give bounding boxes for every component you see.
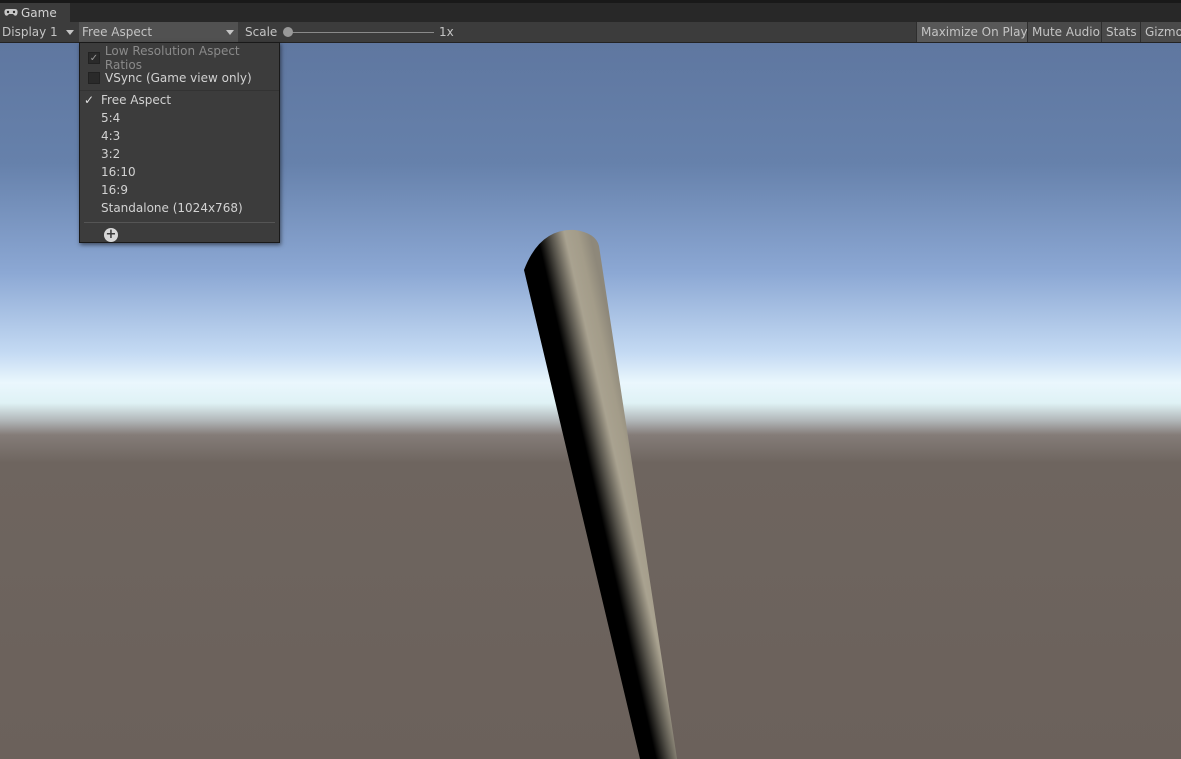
display-dropdown[interactable]: Display 1 bbox=[0, 22, 80, 42]
aspect-dropdown[interactable]: Free Aspect bbox=[79, 22, 238, 42]
checkbox-empty-icon bbox=[88, 72, 100, 84]
vsync-toggle[interactable]: VSync (Game view only) bbox=[88, 69, 252, 87]
aspect-option-3-2[interactable]: 3:2 bbox=[80, 145, 279, 163]
aspect-option-5-4[interactable]: 5:4 bbox=[80, 109, 279, 127]
display-dropdown-label: Display 1 bbox=[2, 25, 58, 39]
tab-bar: Game bbox=[0, 3, 1181, 22]
tab-game-label: Game bbox=[21, 5, 57, 20]
mute-audio-toggle[interactable]: Mute Audio bbox=[1027, 22, 1101, 42]
aspect-option-label: 4:3 bbox=[101, 129, 121, 143]
tab-game[interactable]: Game bbox=[0, 3, 70, 22]
aspect-option-label: 5:4 bbox=[101, 111, 121, 125]
scale-slider-track[interactable] bbox=[288, 32, 434, 33]
aspect-option-16-9[interactable]: 16:9 bbox=[80, 181, 279, 199]
aspect-option-16-10[interactable]: 16:10 bbox=[80, 163, 279, 181]
aspect-option-4-3[interactable]: 4:3 bbox=[80, 127, 279, 145]
aspect-option-standalone[interactable]: Standalone (1024x768) bbox=[80, 199, 279, 217]
chevron-down-icon bbox=[226, 30, 234, 35]
check-icon: ✓ bbox=[88, 52, 100, 64]
scale-slider-thumb[interactable] bbox=[283, 27, 293, 37]
cylinder-object bbox=[524, 229, 677, 759]
scale-value: 1x bbox=[439, 25, 454, 39]
gizmos-dropdown[interactable]: Gizmos bbox=[1140, 22, 1181, 42]
aspect-dropdown-label: Free Aspect bbox=[82, 25, 153, 39]
aspect-option-label: 3:2 bbox=[101, 147, 121, 161]
gamepad-icon bbox=[4, 9, 18, 16]
scale-label: Scale bbox=[245, 25, 278, 39]
plus-circle-icon[interactable]: + bbox=[104, 228, 118, 242]
aspect-option-label: 16:10 bbox=[101, 165, 136, 179]
low-resolution-label: Low Resolution Aspect Ratios bbox=[104, 44, 240, 72]
aspect-option-label: Standalone (1024x768) bbox=[101, 201, 243, 215]
low-resolution-toggle[interactable]: ✓ Low Resolution Aspect Ratios bbox=[88, 44, 279, 72]
menu-divider bbox=[84, 222, 275, 223]
aspect-dropdown-menu: ✓ Low Resolution Aspect Ratios VSync (Ga… bbox=[79, 42, 280, 243]
aspect-option-free[interactable]: ✓ Free Aspect bbox=[80, 91, 279, 109]
checkmark-icon: ✓ bbox=[84, 93, 95, 107]
maximize-on-play-toggle[interactable]: Maximize On Play bbox=[916, 22, 1028, 42]
vsync-label: VSync (Game view only) bbox=[105, 71, 252, 85]
stats-toggle[interactable]: Stats bbox=[1101, 22, 1140, 42]
chevron-down-icon bbox=[66, 30, 74, 35]
aspect-option-label: 16:9 bbox=[101, 183, 128, 197]
aspect-option-label: Free Aspect bbox=[101, 93, 172, 107]
game-toolbar: Display 1 Free Aspect Scale 1x Maximize … bbox=[0, 22, 1181, 43]
